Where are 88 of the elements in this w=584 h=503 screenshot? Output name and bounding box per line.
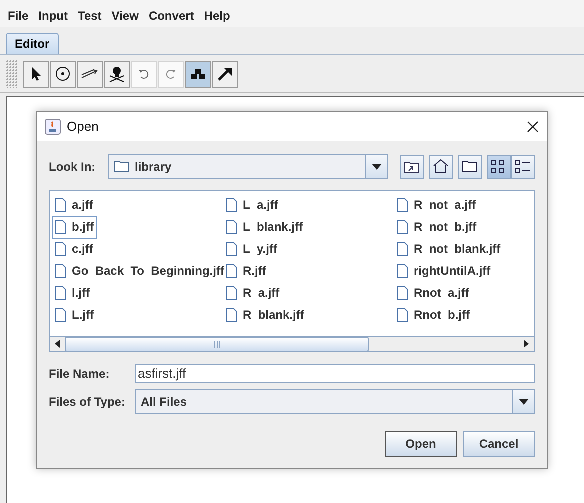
list-entry[interactable]: L_y.jff [223,238,280,260]
dropdown-arrow-button[interactable] [512,390,534,413]
tool-button[interactable] [23,60,49,88]
pointer-icon [30,66,42,82]
view-button[interactable] [487,154,511,178]
file-icon [226,198,238,212]
file-icon [397,220,409,234]
file-icon [397,264,409,278]
list-entry[interactable]: Rnot_a.jff [394,282,472,304]
file-icon [55,220,67,234]
grip-icon [214,341,220,348]
tool-button[interactable] [50,60,76,88]
file-icon [226,220,238,234]
folder-icon [462,160,478,173]
look-in-dropdown[interactable]: library [108,154,388,179]
menu-item[interactable]: Help [199,9,236,27]
list-entry[interactable]: Rnot_b.jff [394,304,473,326]
file-name-field[interactable]: asfirst.jff [135,364,535,383]
file-icon [397,308,409,322]
list-entry[interactable]: R_blank.jff [223,304,308,326]
list-entry[interactable]: R_a.jff [223,282,283,304]
redo-icon [165,68,177,80]
look-in-label: Look In: [49,160,97,174]
folder-up-icon [404,160,420,174]
transition-icon [81,68,99,80]
details-view-icon [515,158,531,174]
folder-name: library [135,160,172,174]
list-entry[interactable]: L_a.jff [223,194,282,216]
file-icon [55,242,67,256]
list-entry[interactable]: L_blank.jff [223,216,306,238]
file-icon [55,286,67,300]
file-icon [55,198,67,212]
view-button[interactable] [429,154,453,178]
skull-icon [108,65,126,83]
state-icon [55,66,71,82]
file-icon [226,264,238,278]
file-type-dropdown[interactable]: All Files [135,389,535,414]
file-icon [397,286,409,300]
menu-item[interactable]: View [106,9,144,27]
view-button[interactable] [511,154,535,178]
file-icon [226,242,238,256]
caret-icon [372,164,382,170]
list-entry[interactable]: c.jff [52,238,96,260]
view-button[interactable] [400,154,424,178]
list-entry[interactable]: L.jff [52,304,97,326]
arrow-icon [217,66,233,82]
file-name-label: File Name: [49,366,111,380]
scroll-thumb[interactable] [65,337,369,352]
undo-icon [138,68,150,80]
list-entry[interactable]: R_not_a.jff [394,194,480,216]
list-entry[interactable]: R_not_b.jff [394,216,480,238]
file-icon [397,198,409,212]
list-entry[interactable]: l.jff [52,282,93,304]
editor-tab[interactable]: Editor [6,33,59,54]
view-button[interactable] [458,154,482,178]
file-icon [55,308,67,322]
file-type-label: Files of Type: [49,394,126,408]
java-cup-icon [45,118,61,134]
open-button[interactable]: Open [385,431,457,457]
tool-button[interactable] [212,60,238,88]
file-icon [226,308,238,322]
close-icon[interactable] [527,120,539,132]
list-entry[interactable]: rightUntilA.jff [394,260,494,282]
menu-item[interactable]: Test [73,9,107,27]
list-entry[interactable]: b.jff [52,216,97,238]
tool-button[interactable] [104,60,130,88]
list-entry[interactable]: R_not_blank.jff [394,238,504,260]
tool-button[interactable] [77,60,103,88]
cancel-button[interactable]: Cancel [463,431,535,457]
file-icon [226,286,238,300]
folder-icon [114,160,130,173]
file-type-value: All Files [141,394,188,408]
menu-item[interactable]: Input [34,9,73,27]
list-entry[interactable]: a.jff [52,194,96,216]
right-arrow-icon [524,340,529,348]
toolbar-grip[interactable] [6,60,18,88]
caret-icon [518,398,528,404]
file-icon [55,264,67,278]
tree-icon [190,68,206,80]
dialog-title: Open [67,119,100,134]
home-icon [433,159,449,174]
file-icon [397,242,409,256]
dropdown-arrow-button[interactable] [365,155,387,178]
tool-button[interactable] [185,60,211,88]
menu-item[interactable]: File [3,9,34,27]
menu-item[interactable]: Convert [144,9,200,27]
left-arrow-icon [55,340,60,348]
list-view-icon [491,158,507,174]
